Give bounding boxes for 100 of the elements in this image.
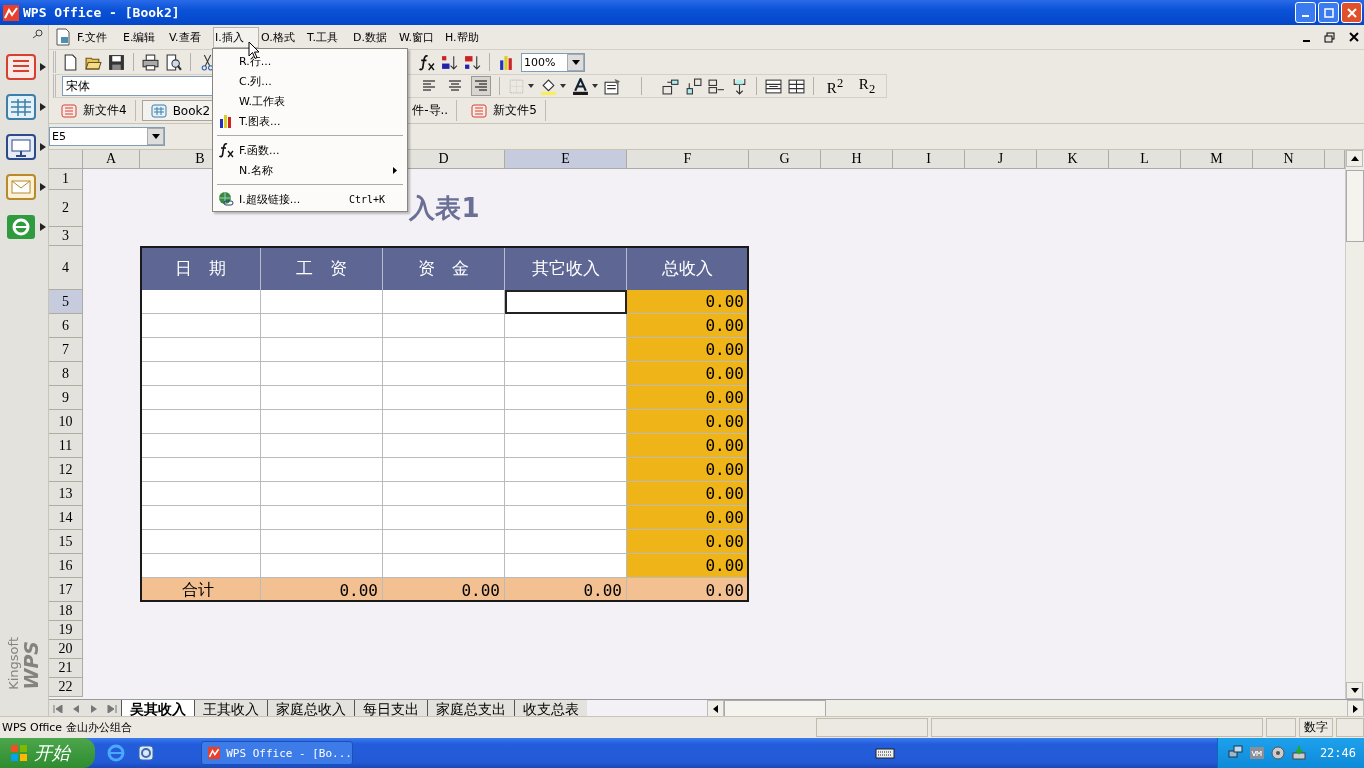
menu-item[interactable]: D.数据: [351, 26, 397, 48]
menu-item[interactable]: F.文件: [75, 26, 121, 48]
align-right-button[interactable]: [471, 76, 491, 96]
column-header[interactable]: I: [893, 150, 965, 169]
column-header[interactable]: L: [1109, 150, 1181, 169]
last-sheet-icon[interactable]: [107, 704, 117, 713]
app-icon[interactable]: [137, 744, 155, 762]
row-header[interactable]: 8: [49, 362, 83, 386]
right-arrow-icon[interactable]: [1353, 704, 1358, 713]
dropdown-arrow-icon[interactable]: [528, 84, 534, 88]
document-icon[interactable]: [6, 54, 36, 80]
fill-color-icon[interactable]: [540, 77, 557, 95]
left-arrow-icon[interactable]: [713, 704, 718, 713]
expand-arrow-icon[interactable]: [40, 223, 46, 231]
speaker-icon[interactable]: [1269, 745, 1286, 761]
taskbar-button[interactable]: WPS Office - [Bo...: [201, 741, 353, 765]
first-sheet-icon[interactable]: [53, 704, 63, 713]
print-icon[interactable]: [142, 53, 159, 71]
browser-icon[interactable]: [6, 214, 36, 240]
column-header[interactable]: K: [1037, 150, 1109, 169]
down-arrow-icon[interactable]: [1350, 688, 1359, 693]
row-header[interactable]: 4: [49, 246, 83, 290]
row-header[interactable]: 2: [49, 190, 83, 227]
document-tab[interactable]: 新文件4: [53, 100, 136, 121]
column-header[interactable]: G: [749, 150, 821, 169]
menu-item[interactable]: T.工具: [305, 26, 351, 48]
start-button[interactable]: 开始: [0, 738, 95, 768]
font-color-icon[interactable]: [572, 77, 589, 95]
row-header[interactable]: 3: [49, 227, 83, 246]
insert-row-icon[interactable]: [685, 77, 702, 95]
superscript-button[interactable]: R$^{2}$: [822, 76, 848, 96]
row-header[interactable]: 7: [49, 338, 83, 362]
column-header[interactable]: F: [627, 150, 749, 169]
document-tab[interactable]: 新文件5: [463, 100, 546, 121]
menu-item[interactable]: H.帮助: [443, 26, 489, 48]
up-arrow-icon[interactable]: [1350, 156, 1359, 161]
row-header[interactable]: 12: [49, 458, 83, 482]
expand-arrow-icon[interactable]: [40, 143, 46, 151]
row-header[interactable]: 6: [49, 314, 83, 338]
row-header[interactable]: 16: [49, 554, 83, 578]
keyboard-icon[interactable]: [874, 747, 895, 759]
function-icon[interactable]: [418, 53, 435, 71]
dropdown-arrow-icon[interactable]: [592, 84, 598, 88]
next-sheet-icon[interactable]: [89, 704, 99, 713]
row-header[interactable]: 17: [49, 578, 83, 602]
format-cells-icon[interactable]: [604, 77, 621, 95]
presentation-icon[interactable]: [6, 134, 36, 160]
column-header[interactable]: N: [1253, 150, 1325, 169]
column-header[interactable]: M: [1181, 150, 1253, 169]
menu-item[interactable]: W.窗口: [397, 26, 443, 48]
scroll-thumb[interactable]: [1346, 170, 1364, 242]
total-cell: 0.00: [627, 314, 749, 338]
menu-item[interactable]: I.超级链接... Ctrl+K: [213, 189, 407, 209]
column-header[interactable]: J: [965, 150, 1037, 169]
name-box[interactable]: E5: [49, 127, 165, 146]
row-header[interactable]: 21: [49, 659, 83, 678]
new-document-icon[interactable]: [62, 53, 79, 71]
row-header[interactable]: 13: [49, 482, 83, 506]
vertical-scrollbar[interactable]: [1345, 150, 1364, 699]
insert-down-icon[interactable]: [731, 77, 748, 95]
row-header[interactable]: 11: [49, 434, 83, 458]
spreadsheet-icon[interactable]: [6, 94, 36, 120]
menu-item[interactable]: E.编辑: [121, 26, 167, 48]
row-header[interactable]: 5: [49, 290, 83, 314]
subscript-button[interactable]: R$_{2}$: [854, 76, 880, 96]
expand-arrow-icon[interactable]: [40, 63, 46, 71]
zoom-dropdown[interactable]: 100%: [521, 52, 585, 72]
dropdown-arrow-icon[interactable]: [560, 84, 566, 88]
menu-item[interactable]: O.格式: [259, 26, 305, 48]
column-header[interactable]: E: [505, 150, 627, 169]
row-header[interactable]: 18: [49, 602, 83, 621]
row-header[interactable]: 10: [49, 410, 83, 434]
row-header[interactable]: 22: [49, 678, 83, 697]
maximize-button[interactable]: [1318, 2, 1339, 23]
column-header[interactable]: H: [821, 150, 893, 169]
merge-cells-icon[interactable]: [765, 77, 782, 95]
pin-icon[interactable]: [32, 29, 44, 39]
insert-cells-icon[interactable]: [662, 77, 679, 95]
network-icon[interactable]: [1227, 745, 1244, 761]
sort-descending-icon[interactable]: [464, 53, 481, 71]
row-header[interactable]: 19: [49, 621, 83, 640]
vm-icon[interactable]: [1248, 745, 1265, 761]
column-header[interactable]: A: [83, 150, 140, 169]
row-header[interactable]: 14: [49, 506, 83, 530]
update-icon[interactable]: [1290, 745, 1307, 761]
expand-arrow-icon[interactable]: [40, 183, 46, 191]
insert-column-icon[interactable]: [708, 77, 725, 95]
menu-item[interactable]: I.插入: [213, 26, 259, 48]
sort-ascending-icon[interactable]: [441, 53, 458, 71]
menu-item[interactable]: V.查看: [167, 26, 213, 48]
row-header[interactable]: 1: [49, 169, 83, 190]
print-preview-icon[interactable]: [165, 53, 182, 71]
bar-chart-icon[interactable]: [498, 53, 515, 71]
previous-sheet-icon[interactable]: [71, 704, 81, 713]
save-icon[interactable]: [108, 53, 125, 71]
row-header[interactable]: 9: [49, 386, 83, 410]
split-cells-icon[interactable]: [788, 77, 805, 95]
row-header[interactable]: 15: [49, 530, 83, 554]
row-header[interactable]: 20: [49, 640, 83, 659]
expand-arrow-icon[interactable]: [40, 103, 46, 111]
